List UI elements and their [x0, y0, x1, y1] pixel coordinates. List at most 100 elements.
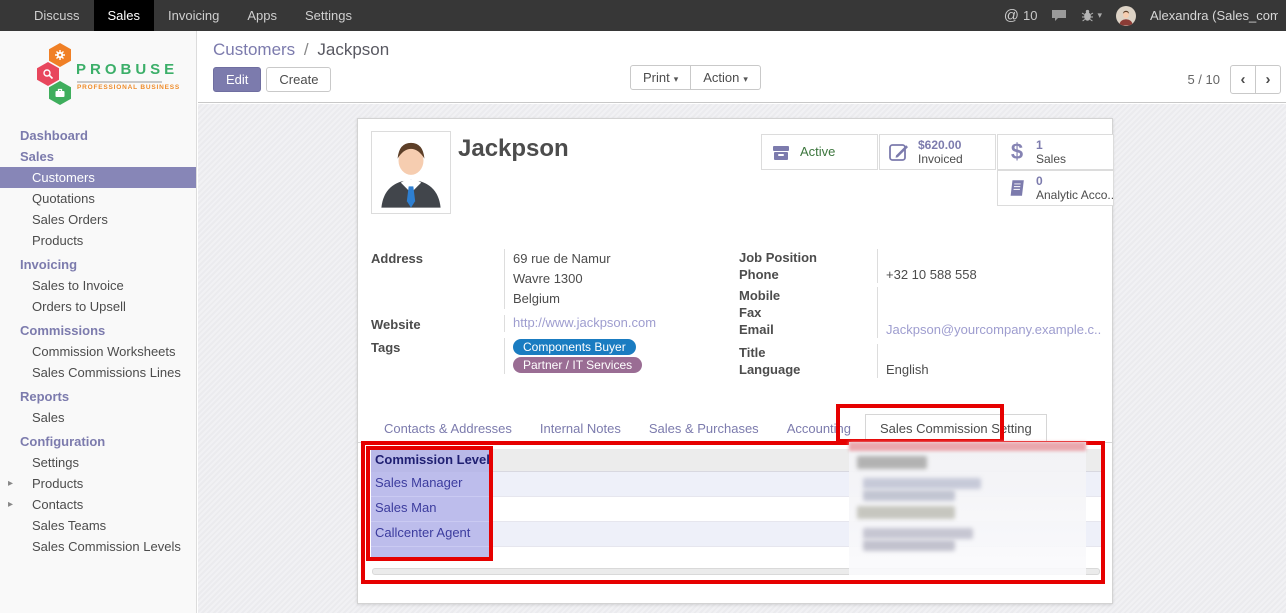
- topbar-spacer: [366, 0, 1004, 31]
- messages-icon[interactable]: [1051, 9, 1067, 22]
- pager-next-button[interactable]: ›: [1255, 65, 1281, 94]
- mobile-label: Mobile: [739, 287, 877, 304]
- print-button[interactable]: Print▾: [630, 65, 691, 90]
- sidebar-nav: Dashboard Sales Customers Quotations Sal…: [0, 120, 196, 557]
- address-line: Wavre 1300: [513, 269, 714, 289]
- field-group-right: Job Position Phone +32 10 588 558 Mobile…: [739, 249, 1104, 378]
- email-link[interactable]: Jackpson@yourcompany.example.c..: [886, 322, 1101, 337]
- app-window: Discuss Sales Invoicing Apps Settings @ …: [0, 0, 1286, 613]
- empty-cell: [371, 547, 493, 561]
- sidebar-item-settings[interactable]: Settings: [0, 452, 196, 473]
- chevron-right-icon: ›: [1266, 71, 1271, 88]
- commission-level-cell[interactable]: Callcenter Agent: [371, 522, 493, 547]
- sales-stat-button[interactable]: $ 1Sales: [997, 134, 1114, 170]
- sidebar-item-commission-worksheets[interactable]: Commission Worksheets: [0, 341, 196, 362]
- sidebar-item-sales-orders[interactable]: Sales Orders: [0, 209, 196, 230]
- tab-accounting[interactable]: Accounting: [773, 415, 865, 442]
- caret-down-icon: ▾: [743, 74, 748, 84]
- menu-settings[interactable]: Settings: [291, 0, 366, 31]
- blurred-annotation-edge: [849, 442, 1086, 451]
- control-panel: Customers / Jackpson Edit Create Print▾ …: [198, 31, 1286, 103]
- sidebar-section-reports[interactable]: Reports: [0, 386, 196, 407]
- analytic-count: 0: [1036, 174, 1043, 188]
- invoiced-label: Invoiced: [918, 152, 963, 166]
- tab-sales-commission-setting[interactable]: Sales Commission Setting: [865, 414, 1047, 443]
- debug-icon[interactable]: ▾: [1081, 9, 1102, 22]
- sidebar-item-report-sales[interactable]: Sales: [0, 407, 196, 428]
- website-link[interactable]: http://www.jackpson.com: [513, 315, 656, 330]
- analytic-accounts-stat-button[interactable]: 0Analytic Acco...: [997, 170, 1114, 206]
- website-label: Website: [371, 315, 504, 332]
- address-label: Address: [371, 249, 504, 309]
- caret-down-icon: ▾: [674, 74, 679, 84]
- mentions-counter[interactable]: @ 10: [1004, 7, 1038, 24]
- tab-sales-purchases[interactable]: Sales & Purchases: [635, 415, 773, 442]
- commission-level-cell[interactable]: Sales Manager: [371, 472, 493, 497]
- edit-icon: [887, 141, 911, 163]
- menu-discuss[interactable]: Discuss: [20, 0, 94, 31]
- breadcrumb: Customers / Jackpson: [213, 40, 389, 60]
- censored-region: [849, 442, 1086, 575]
- sidebar-section-sales[interactable]: Sales: [0, 146, 196, 167]
- logo-subtitle: PROFESSIONAL BUSINESS: [77, 84, 180, 91]
- phone-value: +32 10 588 558: [877, 266, 1097, 283]
- sidebar-item-sales-commissions-lines[interactable]: Sales Commissions Lines: [0, 362, 196, 383]
- phone-label: Phone: [739, 266, 877, 283]
- sidebar: PROBUSE PROFESSIONAL BUSINESS Dashboard …: [0, 31, 197, 613]
- sidebar-item-orders-to-upsell[interactable]: Orders to Upsell: [0, 296, 196, 317]
- dollar-icon: $: [1005, 139, 1029, 165]
- commission-level-cell[interactable]: Sales Man: [371, 497, 493, 522]
- invoiced-amount: $620.00: [918, 138, 961, 152]
- menu-invoicing[interactable]: Invoicing: [154, 0, 233, 31]
- edit-button[interactable]: Edit: [213, 67, 261, 92]
- notebook-tabs: Contacts & Addresses Internal Notes Sale…: [358, 415, 1112, 443]
- breadcrumb-customers-link[interactable]: Customers: [213, 40, 295, 59]
- address-line: Belgium: [513, 289, 714, 309]
- mobile-value: [877, 287, 1097, 304]
- at-icon: @: [1004, 7, 1019, 24]
- email-label: Email: [739, 321, 877, 338]
- action-label: Action: [703, 70, 739, 85]
- sidebar-item-label: Contacts: [32, 497, 83, 512]
- menu-apps[interactable]: Apps: [233, 0, 291, 31]
- expand-icon[interactable]: ▸: [8, 476, 13, 491]
- sidebar-section-configuration[interactable]: Configuration: [0, 431, 196, 452]
- magnifier-icon: [37, 62, 59, 86]
- tag-components-buyer: Components Buyer: [513, 339, 636, 355]
- user-avatar[interactable]: [1116, 6, 1136, 26]
- address-value: 69 rue de Namur Wavre 1300 Belgium: [504, 249, 714, 309]
- caret-down-icon: ▾: [1097, 10, 1102, 21]
- sidebar-section-commissions[interactable]: Commissions: [0, 320, 196, 341]
- menu-sales[interactable]: Sales: [94, 0, 155, 31]
- create-button[interactable]: Create: [266, 67, 331, 92]
- action-button[interactable]: Action ▾: [690, 65, 761, 90]
- tags-label: Tags: [371, 338, 504, 374]
- sidebar-section-invoicing[interactable]: Invoicing: [0, 254, 196, 275]
- tab-contacts-addresses[interactable]: Contacts & Addresses: [370, 415, 526, 442]
- commission-level-header[interactable]: Commission Level: [371, 449, 493, 472]
- sales-label: Sales: [1036, 152, 1066, 166]
- sidebar-item-customers[interactable]: Customers: [0, 167, 196, 188]
- sales-count: 1: [1036, 138, 1043, 152]
- sidebar-section-dashboard[interactable]: Dashboard: [0, 125, 196, 146]
- expand-icon[interactable]: ▸: [8, 497, 13, 512]
- invoiced-stat-button[interactable]: $620.00Invoiced: [879, 134, 996, 170]
- tab-internal-notes[interactable]: Internal Notes: [526, 415, 635, 442]
- sidebar-item-config-products[interactable]: ▸Products: [0, 473, 196, 494]
- record-sheet: Jackpson Active $620.00Invoiced $ 1Sales…: [357, 118, 1113, 604]
- job-position-label: Job Position: [739, 249, 877, 266]
- active-toggle-button[interactable]: Active: [761, 134, 878, 170]
- sidebar-item-sales-to-invoice[interactable]: Sales to Invoice: [0, 275, 196, 296]
- pager-previous-button[interactable]: ‹: [1230, 65, 1256, 94]
- sidebar-item-config-contacts[interactable]: ▸ Contacts: [0, 494, 196, 515]
- user-menu[interactable]: Alexandra (Sales_comm..: [1150, 8, 1278, 23]
- sidebar-item-quotations[interactable]: Quotations: [0, 188, 196, 209]
- sidebar-item-sales-teams[interactable]: Sales Teams: [0, 515, 196, 536]
- record-title: Jackpson: [458, 135, 569, 163]
- sidebar-item-products[interactable]: Products: [0, 230, 196, 251]
- gear-icon: [49, 43, 71, 67]
- sidebar-item-sales-commission-levels[interactable]: Sales Commission Levels: [0, 536, 196, 557]
- top-bar: Discuss Sales Invoicing Apps Settings @ …: [0, 0, 1286, 31]
- analytic-label: Analytic Acco...: [1036, 188, 1114, 202]
- pager-counter: 5 / 10: [1187, 72, 1220, 87]
